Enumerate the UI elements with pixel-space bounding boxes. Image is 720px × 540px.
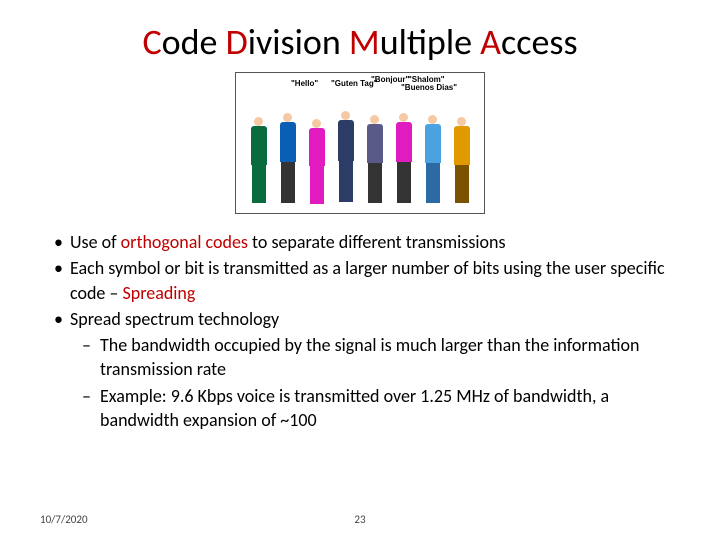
bullet-list: Use of orthogonal codes to separate diff…	[40, 230, 680, 432]
bullet-2-accent: Spreading	[122, 282, 195, 304]
greeting-hello: "Hello"	[291, 79, 318, 88]
bullet-1-post: to separate different transmissions	[248, 231, 506, 253]
page-number: 23	[354, 513, 365, 526]
person-figure	[449, 117, 474, 209]
bullet-2: Each symbol or bit is transmitted as a l…	[40, 256, 680, 305]
bullet-3-text: Spread spectrum technology	[70, 308, 279, 330]
person-figure	[275, 113, 300, 209]
bullet-1-pre: Use of	[70, 231, 121, 253]
people-illustration: "Hello" "Guten Tag" "Bonjour" "Shalom" "…	[235, 72, 485, 214]
bullet-1-accent: orthogonal codes	[121, 231, 248, 253]
footer-date: 10/7/2020	[40, 513, 88, 526]
people-row	[236, 91, 484, 209]
footer: 10/7/2020 23	[40, 513, 680, 526]
slide-title: Code Division Multiple Access	[40, 20, 680, 64]
bullet-3: Spread spectrum technology The bandwidth…	[40, 307, 680, 432]
sub-bullet-list: The bandwidth occupied by the signal is …	[70, 333, 680, 432]
person-figure	[246, 117, 271, 209]
person-figure	[304, 119, 329, 209]
person-figure	[362, 115, 387, 209]
sub-bullet-1: The bandwidth occupied by the signal is …	[70, 333, 680, 382]
person-figure	[391, 113, 416, 209]
sub-bullet-2: Example: 9.6 Kbps voice is transmitted o…	[70, 384, 680, 433]
person-figure	[420, 115, 445, 209]
bullet-1: Use of orthogonal codes to separate diff…	[40, 230, 680, 254]
person-figure	[333, 111, 358, 209]
